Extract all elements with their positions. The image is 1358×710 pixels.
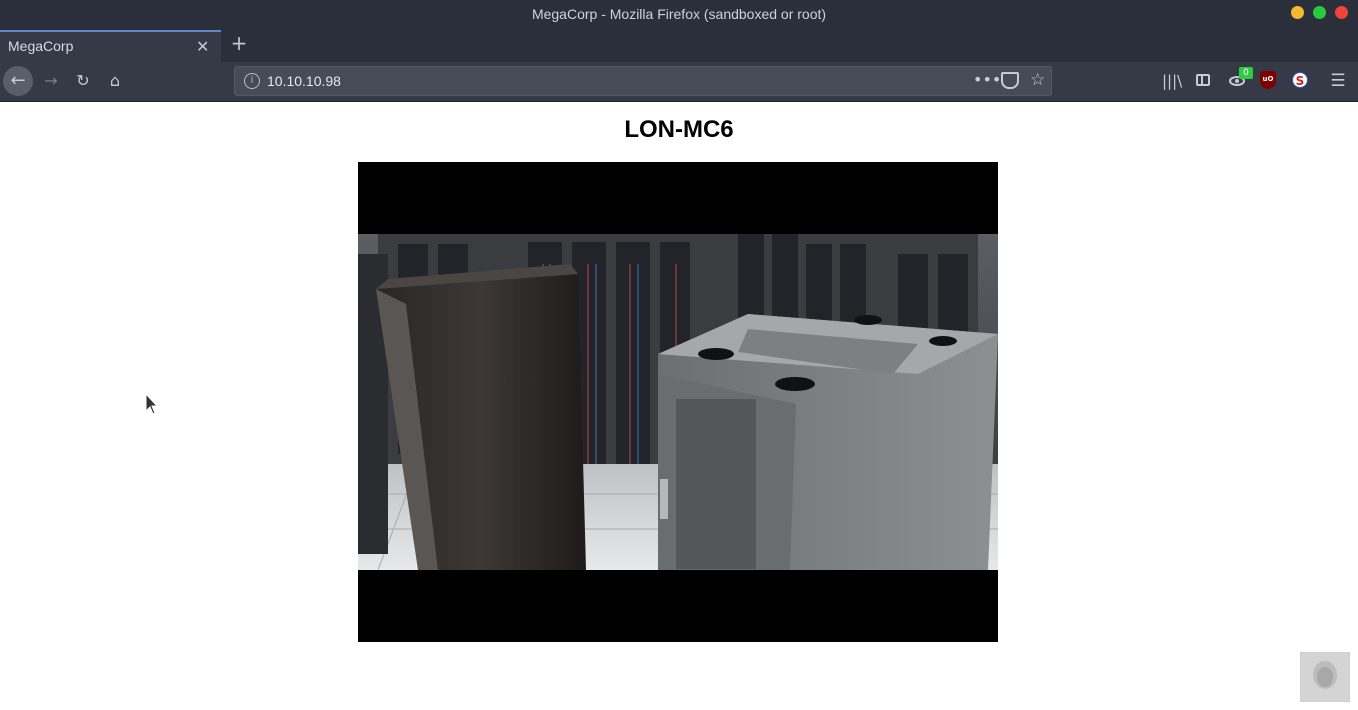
tab-megacorp[interactable]: MegaCorp ✕	[0, 30, 221, 62]
library-icon[interactable]: |||\	[1162, 71, 1182, 91]
close-tab-icon[interactable]: ✕	[196, 37, 209, 56]
tab-label: MegaCorp	[8, 38, 74, 54]
hamburger-menu-icon[interactable]: ☰	[1328, 71, 1348, 91]
forward-button[interactable]: →	[40, 69, 62, 93]
corner-thumbnail[interactable]	[1300, 652, 1350, 702]
server-room-illustration	[358, 234, 998, 570]
window-titlebar: MegaCorp - Mozilla Firefox (sandboxed or…	[0, 0, 1358, 28]
s-extension-icon[interactable]: S	[1292, 72, 1308, 88]
camera-feed-image	[358, 234, 998, 570]
navigation-toolbar: ← → ↻ ⌂ i 10.10.10.98 ••• ☆ |||\ ☰	[0, 62, 1358, 102]
home-button[interactable]: ⌂	[104, 69, 126, 93]
new-tab-button[interactable]: +	[229, 32, 249, 54]
url-text[interactable]: 10.10.10.98	[267, 73, 341, 89]
maximize-window-button[interactable]	[1313, 6, 1326, 19]
sidebar-icon[interactable]	[1196, 74, 1210, 86]
extension-badge: 0	[1239, 67, 1253, 79]
mouse-cursor-icon	[145, 393, 159, 415]
pocket-icon[interactable]	[1001, 72, 1019, 89]
back-button[interactable]: ←	[3, 66, 33, 96]
close-window-button[interactable]	[1335, 6, 1348, 19]
minimize-window-button[interactable]	[1291, 6, 1304, 19]
camera-video-player[interactable]	[358, 162, 998, 642]
more-icon[interactable]: •••	[973, 70, 1001, 89]
avatar-image	[1301, 653, 1349, 701]
ublock-origin-icon[interactable]: uO	[1260, 71, 1276, 89]
tab-strip: MegaCorp ✕ +	[0, 28, 1358, 62]
info-icon[interactable]: i	[244, 73, 260, 89]
page-title: LON-MC6	[624, 116, 734, 143]
url-bar[interactable]: i 10.10.10.98 ••• ☆	[234, 66, 1052, 96]
bookmark-star-icon[interactable]: ☆	[1030, 70, 1045, 90]
reload-button[interactable]: ↻	[72, 69, 94, 93]
window-title: MegaCorp - Mozilla Firefox (sandboxed or…	[531, 6, 827, 22]
